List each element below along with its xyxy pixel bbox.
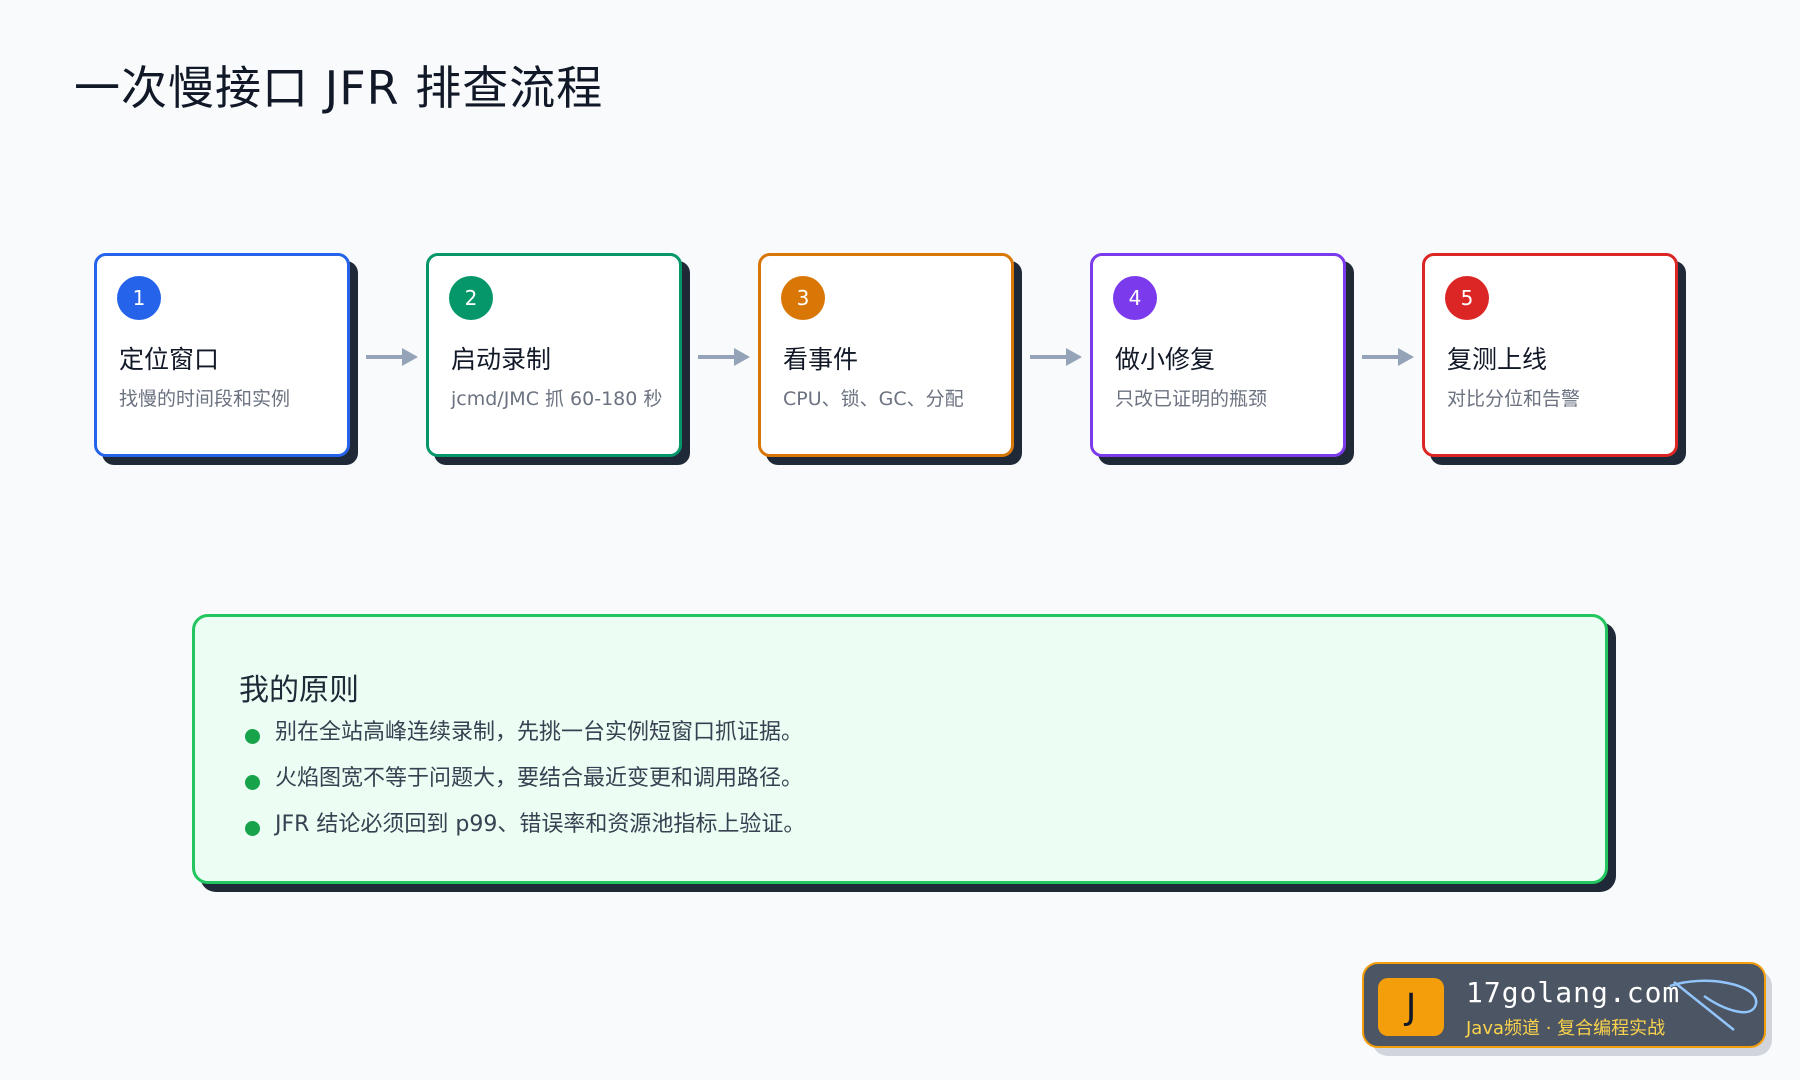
principle-text: 火焰图宽不等于问题大，要结合最近变更和调用路径。: [275, 766, 804, 791]
logo-domain: 17golang.com: [1466, 976, 1681, 1009]
principles-list: 别在全站高峰连续录制，先挑一台实例短窗口抓证据。 火焰图宽不等于问题大，要结合最…: [245, 719, 805, 857]
bullet-dot-icon: [245, 775, 260, 790]
list-item: 别在全站高峰连续录制，先挑一台实例短窗口抓证据。: [245, 719, 805, 765]
principles-title: 我的原则: [239, 673, 359, 708]
step-card-2: 2 启动录制 jcmd/JMC 抓 60-180 秒: [426, 253, 682, 457]
step-number-badge: 3: [781, 276, 825, 320]
step-description: CPU、锁、GC、分配: [783, 388, 964, 410]
step-card-3: 3 看事件 CPU、锁、GC、分配: [758, 253, 1014, 457]
list-item: 火焰图宽不等于问题大，要结合最近变更和调用路径。: [245, 765, 805, 811]
step-description: 对比分位和告警: [1447, 388, 1581, 410]
arrow-right-icon: [366, 348, 418, 366]
step-number-badge: 4: [1113, 276, 1157, 320]
list-item: JFR 结论必须回到 p99、错误率和资源池指标上验证。: [245, 811, 805, 857]
arrow-right-icon: [1362, 348, 1414, 366]
flow-steps: 1 定位窗口 找慢的时间段和实例 2 启动录制 jcmd/JMC 抓 60-18…: [0, 0, 1800, 500]
bullet-dot-icon: [245, 729, 260, 744]
principle-text: 别在全站高峰连续录制，先挑一台实例短窗口抓证据。: [275, 720, 804, 745]
step-number-badge: 2: [449, 276, 493, 320]
principles-panel: 我的原则 别在全站高峰连续录制，先挑一台实例短窗口抓证据。 火焰图宽不等于问题大…: [192, 614, 1608, 884]
step-title: 启动录制: [451, 345, 552, 374]
step-title: 做小修复: [1115, 345, 1216, 374]
step-description: 找慢的时间段和实例: [119, 388, 291, 410]
step-card-4: 4 做小修复 只改已证明的瓶颈: [1090, 253, 1346, 457]
logo-tagline: Java频道 · 复合编程实战: [1466, 1018, 1666, 1039]
arrow-right-icon: [698, 348, 750, 366]
step-title: 复测上线: [1447, 345, 1548, 374]
site-logo: J 17golang.com Java频道 · 复合编程实战: [1362, 962, 1766, 1048]
swoosh-icon: [1669, 979, 1758, 1031]
step-description: jcmd/JMC 抓 60-180 秒: [451, 388, 663, 410]
arrow-right-icon: [1030, 348, 1082, 366]
step-number-badge: 5: [1445, 276, 1489, 320]
step-description: 只改已证明的瓶颈: [1115, 388, 1268, 410]
logo-letter: J: [1378, 978, 1444, 1036]
principle-text: JFR 结论必须回到 p99、错误率和资源池指标上验证。: [275, 812, 806, 837]
step-number-badge: 1: [117, 276, 161, 320]
step-title: 定位窗口: [119, 345, 220, 374]
step-card-5: 5 复测上线 对比分位和告警: [1422, 253, 1678, 457]
bullet-dot-icon: [245, 821, 260, 836]
step-card-1: 1 定位窗口 找慢的时间段和实例: [94, 253, 350, 457]
step-title: 看事件: [783, 345, 859, 374]
